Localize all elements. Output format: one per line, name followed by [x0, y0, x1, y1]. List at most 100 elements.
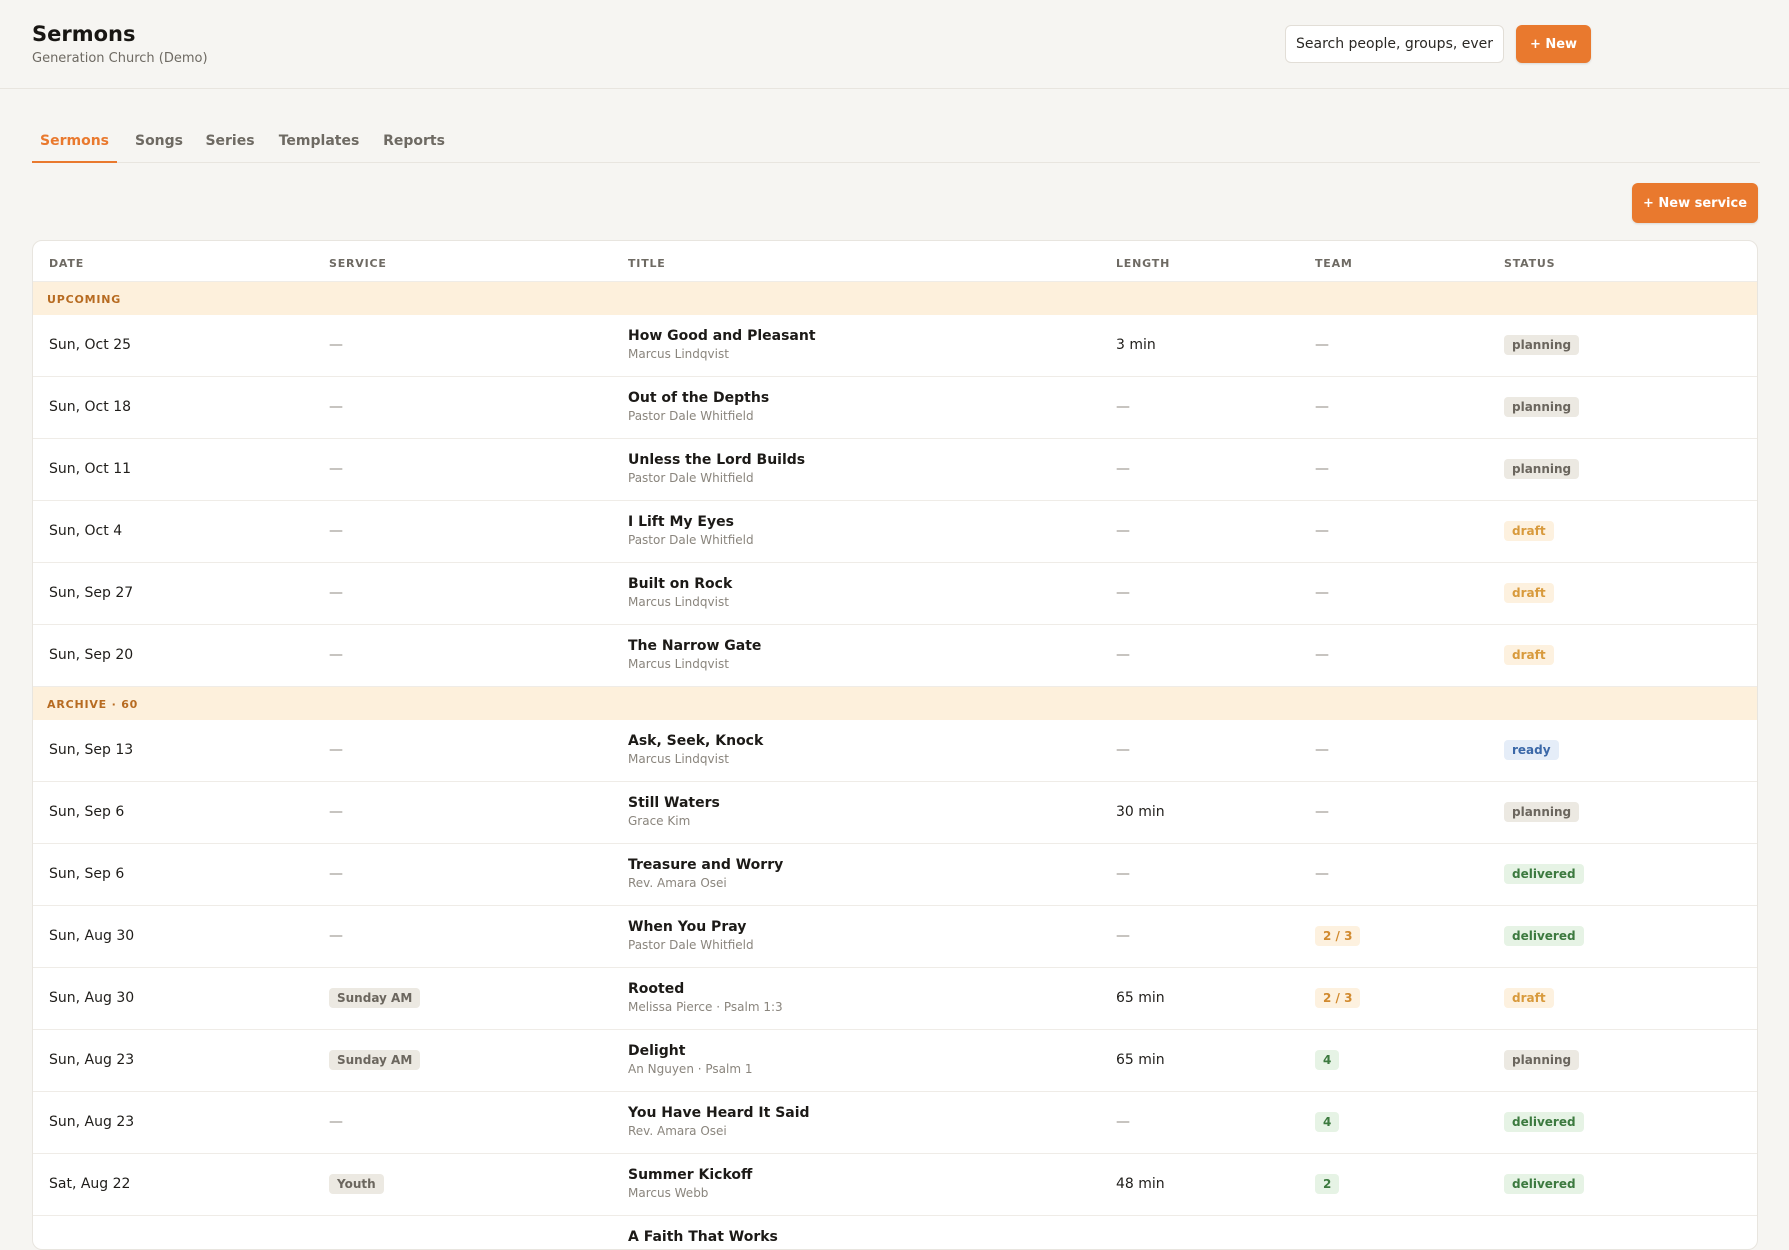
sermon-title: Delight	[628, 1043, 686, 1059]
new-service-button[interactable]: + New service	[1632, 183, 1758, 223]
table-row[interactable]: Sun, Oct 18 — Out of the Depths Pastor Dale…	[33, 377, 1757, 439]
table-row[interactable]: Sun, Aug 30 Sunday AM Rooted Melissa Pierce…	[33, 968, 1757, 1030]
status-badge: planning	[1504, 335, 1580, 355]
length-value: 3 min	[1116, 337, 1156, 353]
length-cell: —	[1116, 461, 1130, 477]
tab-sermons[interactable]: Sermons	[32, 122, 117, 163]
sermon-speaker: Pastor Dale Whitfield	[628, 471, 754, 485]
status-cell: draft	[1504, 583, 1554, 603]
status-badge: delivered	[1504, 864, 1584, 884]
tab-songs[interactable]: Songs	[126, 122, 192, 163]
length-cell: 65 min	[1116, 1052, 1165, 1068]
table-row[interactable]: Sun, Sep 20 — The Narrow Gate Marcus Lindqv…	[33, 625, 1757, 687]
title-cell: Delight An Nguyen · Psalm 1	[628, 1043, 752, 1076]
table-row[interactable]: Sun, Sep 13 — Ask, Seek, Knock Marcus Lindq…	[33, 720, 1757, 782]
service-cell: Sunday AM	[329, 1050, 421, 1070]
length-value: 48 min	[1116, 1176, 1165, 1192]
sermon-title: Rooted	[628, 981, 685, 997]
table-row[interactable]: Sun, Oct 4 — I Lift My Eyes Pastor Dale Whi…	[33, 501, 1757, 563]
tab-templates[interactable]: Templates	[272, 122, 366, 163]
status-cell: planning	[1504, 459, 1580, 479]
length-value: —	[1116, 585, 1130, 601]
team-badge: 4	[1315, 1050, 1340, 1070]
sermon-speaker: Marcus Lindqvist	[628, 595, 729, 609]
team-empty: —	[1315, 585, 1329, 601]
table-row[interactable]: Sun, Aug 23 — You Have Heard It Said Rev. A…	[33, 1092, 1757, 1154]
team-empty: —	[1315, 804, 1329, 820]
search-input[interactable]	[1285, 25, 1504, 63]
team-empty: —	[1315, 647, 1329, 663]
sermon-title: Still Waters	[628, 795, 720, 811]
service-empty: —	[329, 399, 343, 415]
title-cell: When You Pray Pastor Dale Whitfield	[628, 919, 754, 952]
title-cell: A Faith That Works	[628, 1229, 778, 1245]
sermon-title: Ask, Seek, Knock	[628, 733, 764, 749]
title-cell: I Lift My Eyes Pastor Dale Whitfield	[628, 514, 754, 547]
table-row[interactable]: Sun, Sep 27 — Built on Rock Marcus Lindqvis…	[33, 563, 1757, 625]
sermon-speaker: Marcus Lindqvist	[628, 347, 729, 361]
table-row[interactable]: A Faith That Works	[33, 1216, 1757, 1249]
date-cell: Sun, Sep 20	[49, 647, 134, 663]
team-badge: 2 / 3	[1315, 988, 1361, 1008]
title-cell: Out of the Depths Pastor Dale Whitfield	[628, 390, 769, 423]
sermon-title: You Have Heard It Said	[628, 1105, 810, 1121]
table-row[interactable]: Sun, Sep 6 — Still Waters Grace Kim 30 min — p…	[33, 782, 1757, 844]
date-cell: Sun, Sep 6	[49, 804, 125, 820]
service-cell: —	[329, 866, 343, 882]
team-empty: —	[1315, 866, 1329, 882]
length-cell: 30 min	[1116, 804, 1165, 820]
team-cell: —	[1315, 647, 1329, 663]
service-cell: —	[329, 1114, 343, 1130]
length-value: —	[1116, 461, 1130, 477]
status-cell: delivered	[1504, 864, 1584, 884]
length-cell: —	[1116, 866, 1130, 882]
table-row[interactable]: Sun, Aug 30 — When You Pray Pastor Dale Whi…	[33, 906, 1757, 968]
service-cell: —	[329, 742, 343, 758]
team-badge: 2 / 3	[1315, 926, 1361, 946]
team-cell: 2 / 3	[1315, 926, 1361, 946]
length-cell: 48 min	[1116, 1176, 1165, 1192]
status-badge: planning	[1504, 397, 1580, 417]
tab-series[interactable]: Series	[200, 122, 260, 163]
table-row[interactable]: Sun, Sep 6 — Treasure and Worry Rev. Amara …	[33, 844, 1757, 906]
status-badge: draft	[1504, 988, 1554, 1008]
title-cell: Treasure and Worry Rev. Amara Osei	[628, 857, 783, 890]
table-row[interactable]: Sat, Aug 22 Youth Summer Kickoff Marcus Web…	[33, 1154, 1757, 1216]
date-cell: Sat, Aug 22	[49, 1176, 131, 1192]
service-cell: —	[329, 928, 343, 944]
sermon-title: Unless the Lord Builds	[628, 452, 806, 468]
service-empty: —	[329, 523, 343, 539]
length-cell: —	[1116, 399, 1130, 415]
length-cell: —	[1116, 1114, 1130, 1130]
status-badge: draft	[1504, 521, 1554, 541]
table-header: DATE SERVICE TITLE LENGTH TEAM STATUS	[33, 241, 1757, 282]
service-empty: —	[329, 1114, 343, 1130]
sermon-speaker: Marcus Lindqvist	[628, 657, 729, 671]
section-header-upcoming: UPCOMING	[33, 282, 1757, 315]
sermon-title: Out of the Depths	[628, 390, 770, 406]
status-cell: draft	[1504, 521, 1554, 541]
length-cell: —	[1116, 647, 1130, 663]
length-value: —	[1116, 742, 1130, 758]
status-cell: delivered	[1504, 926, 1584, 946]
status-badge: planning	[1504, 1050, 1580, 1070]
sermon-title: A Faith That Works	[628, 1229, 778, 1245]
table-row[interactable]: Sun, Oct 11 — Unless the Lord Builds Pastor…	[33, 439, 1757, 501]
length-value: —	[1116, 866, 1130, 882]
length-cell: —	[1116, 585, 1130, 601]
team-cell: —	[1315, 804, 1329, 820]
sermons-table: DATE SERVICE TITLE LENGTH TEAM STATUS UP…	[32, 240, 1758, 1250]
new-button[interactable]: + New	[1516, 25, 1591, 63]
service-cell: Youth	[329, 1174, 384, 1194]
sermon-speaker: Rev. Amara Osei	[628, 1124, 727, 1138]
status-cell: ready	[1504, 740, 1559, 760]
table-row[interactable]: Sun, Oct 25 — How Good and Pleasant Marcus …	[33, 315, 1757, 377]
tab-reports[interactable]: Reports	[378, 122, 450, 163]
length-cell: —	[1116, 742, 1130, 758]
table-row[interactable]: Sun, Aug 23 Sunday AM Delight An Nguyen · P…	[33, 1030, 1757, 1092]
service-cell: —	[329, 804, 343, 820]
column-header-length: LENGTH	[1116, 257, 1171, 270]
service-badge: Sunday AM	[329, 1050, 421, 1070]
team-cell: —	[1315, 866, 1329, 882]
status-badge: ready	[1504, 740, 1559, 760]
